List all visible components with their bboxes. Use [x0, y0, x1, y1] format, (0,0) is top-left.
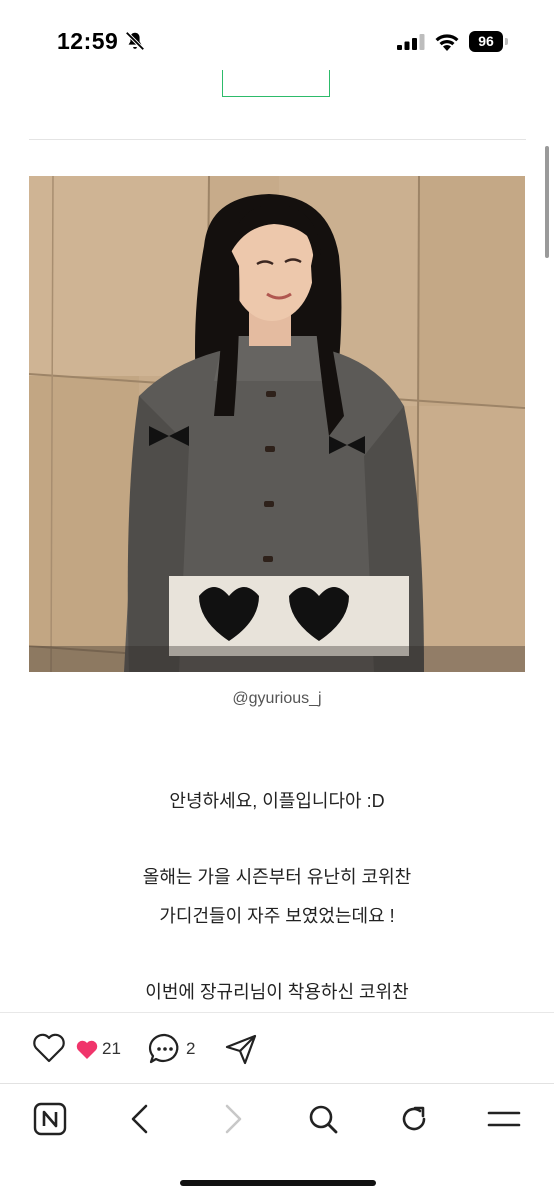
heart-outline-icon[interactable] — [32, 1033, 66, 1063]
comment-count[interactable]: 2 — [186, 1039, 195, 1059]
post-text-line-2: 올해는 가을 시즌부터 유난히 코위찬 — [142, 867, 412, 887]
menu-icon[interactable] — [487, 1102, 521, 1136]
post-text-line-4: 이번에 장규리님이 착용하신 코위찬 — [145, 982, 409, 1002]
status-bar: 12:59 96 — [0, 0, 554, 70]
post-text-line-1: 안녕하세요, 이플입니다아 :D — [169, 791, 385, 811]
forward-arrow-icon[interactable] — [215, 1102, 249, 1136]
image-caption: @gyurious_j — [232, 690, 322, 707]
status-time: 12:59 — [57, 28, 119, 54]
wifi-icon — [435, 34, 459, 51]
content-divider — [29, 139, 526, 140]
post-text-line-3: 가디건들이 자주 보였었는데요 ! — [159, 906, 395, 926]
share-send-icon[interactable] — [224, 1033, 258, 1065]
battery-level: 96 — [469, 31, 503, 52]
home-indicator[interactable] — [180, 1180, 376, 1186]
post-image[interactable] — [29, 176, 525, 672]
post-action-bar: 21 2 — [0, 1013, 554, 1083]
back-arrow-icon[interactable] — [124, 1102, 158, 1136]
naver-home-icon[interactable] — [33, 1102, 67, 1136]
refresh-icon[interactable] — [397, 1102, 431, 1136]
search-icon[interactable] — [306, 1102, 340, 1136]
battery-indicator: 96 — [469, 31, 509, 52]
heart-filled-icon — [76, 1040, 98, 1059]
battery-tip — [505, 38, 508, 45]
scrollbar[interactable] — [545, 146, 549, 258]
like-count[interactable]: 21 — [102, 1039, 121, 1059]
partial-link-box[interactable] — [222, 70, 330, 97]
cellular-signal-icon — [397, 34, 425, 50]
comment-icon[interactable] — [148, 1032, 182, 1066]
bell-muted-icon — [125, 31, 145, 51]
